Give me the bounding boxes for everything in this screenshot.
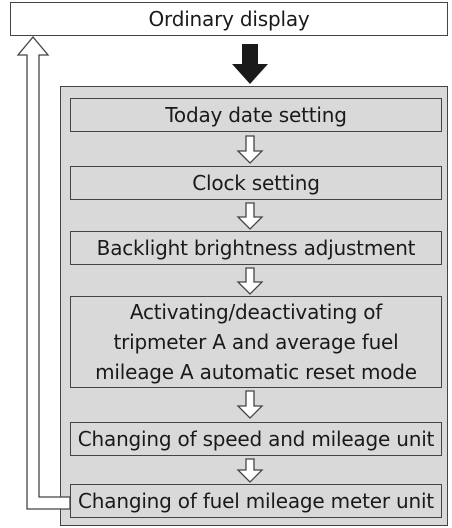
arrow-down-solid-icon [232, 44, 268, 84]
flow-arrows [16, 35, 268, 510]
arrow-down-outline-icon [236, 267, 264, 295]
flow-diagram: Ordinary display Today date setting Cloc… [0, 0, 452, 528]
arrow-down-outline-icon [236, 458, 264, 483]
return-arrow-icon [16, 35, 71, 510]
arrow-down-outline-icon [236, 202, 264, 230]
arrow-down-outline-icon [236, 135, 264, 164]
arrow-down-outline-icon [236, 390, 264, 419]
